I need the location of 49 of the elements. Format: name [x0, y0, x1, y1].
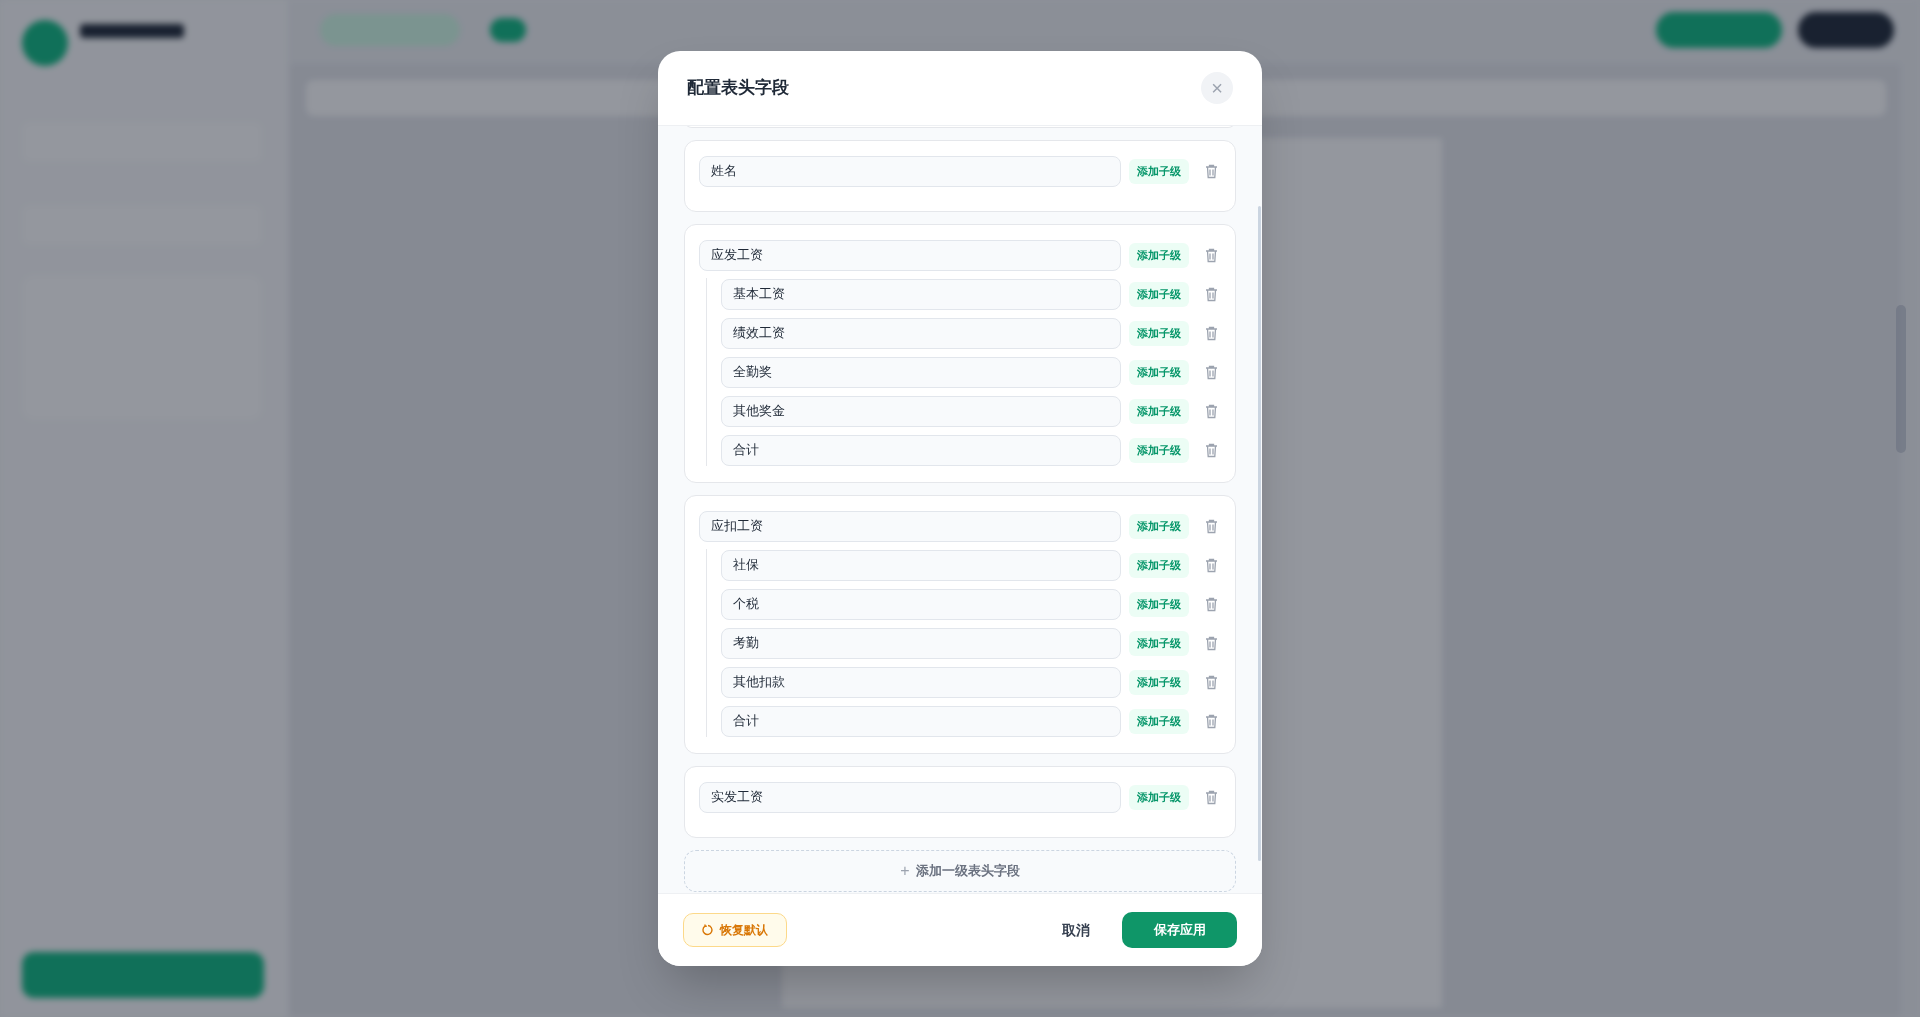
- trash-icon[interactable]: [1204, 557, 1218, 573]
- trash-icon[interactable]: [1204, 325, 1218, 341]
- add-child-button[interactable]: 添加子级: [1129, 242, 1189, 268]
- trash-icon[interactable]: [1204, 364, 1218, 380]
- trash-icon[interactable]: [1204, 635, 1218, 651]
- field-name-input[interactable]: 基本工资: [721, 278, 1121, 310]
- dialog-title: 配置表头字段: [687, 77, 789, 100]
- close-button[interactable]: ×: [1201, 72, 1233, 104]
- field-name-input[interactable]: 绩效工资: [721, 317, 1121, 349]
- add-child-button[interactable]: 添加子级: [1129, 708, 1189, 734]
- field-name-input[interactable]: 应发工资: [699, 239, 1121, 271]
- field-name-input[interactable]: 姓名: [699, 155, 1121, 187]
- field-name-input[interactable]: 其他奖金: [721, 395, 1121, 427]
- field-name-input[interactable]: 实发工资: [699, 781, 1121, 813]
- add-child-button[interactable]: 添加子级: [1129, 281, 1189, 307]
- reset-icon: [702, 924, 714, 936]
- trash-icon[interactable]: [1204, 403, 1218, 419]
- field-name-input[interactable]: 合计: [721, 705, 1121, 737]
- add-top-level-field-button[interactable]: + 添加一级表头字段: [684, 850, 1236, 892]
- add-child-button[interactable]: 添加子级: [1129, 398, 1189, 424]
- add-child-button[interactable]: 添加子级: [1129, 513, 1189, 539]
- add-child-button[interactable]: 添加子级: [1129, 437, 1189, 463]
- trash-icon[interactable]: [1204, 596, 1218, 612]
- add-child-button[interactable]: 添加子级: [1129, 630, 1189, 656]
- add-child-button[interactable]: 添加子级: [1129, 359, 1189, 385]
- field-name-input[interactable]: 其他扣款: [721, 666, 1121, 698]
- cancel-button[interactable]: 取消: [1048, 913, 1104, 947]
- trash-icon[interactable]: [1204, 674, 1218, 690]
- add-child-button[interactable]: 添加子级: [1129, 784, 1189, 810]
- field-name-input[interactable]: 合计: [721, 434, 1121, 466]
- field-name-input[interactable]: 社保: [721, 549, 1121, 581]
- field-name-input[interactable]: 应扣工资: [699, 510, 1121, 542]
- add-child-button[interactable]: 添加子级: [1129, 552, 1189, 578]
- add-child-button[interactable]: 添加子级: [1129, 158, 1189, 184]
- field-name-input[interactable]: 个税: [721, 588, 1121, 620]
- add-child-button[interactable]: 添加子级: [1129, 669, 1189, 695]
- save-button[interactable]: 保存应用: [1122, 912, 1237, 948]
- reset-button[interactable]: 恢复默认: [683, 913, 787, 947]
- trash-icon[interactable]: [1204, 789, 1218, 805]
- trash-icon[interactable]: [1204, 286, 1218, 302]
- trash-icon[interactable]: [1204, 247, 1218, 263]
- add-child-button[interactable]: 添加子级: [1129, 320, 1189, 346]
- trash-icon[interactable]: [1204, 163, 1218, 179]
- add-child-button[interactable]: 添加子级: [1129, 591, 1189, 617]
- trash-icon[interactable]: [1204, 442, 1218, 458]
- trash-icon[interactable]: [1204, 518, 1218, 534]
- field-name-input[interactable]: 考勤: [721, 627, 1121, 659]
- trash-icon[interactable]: [1204, 713, 1218, 729]
- field-name-input[interactable]: 全勤奖: [721, 356, 1121, 388]
